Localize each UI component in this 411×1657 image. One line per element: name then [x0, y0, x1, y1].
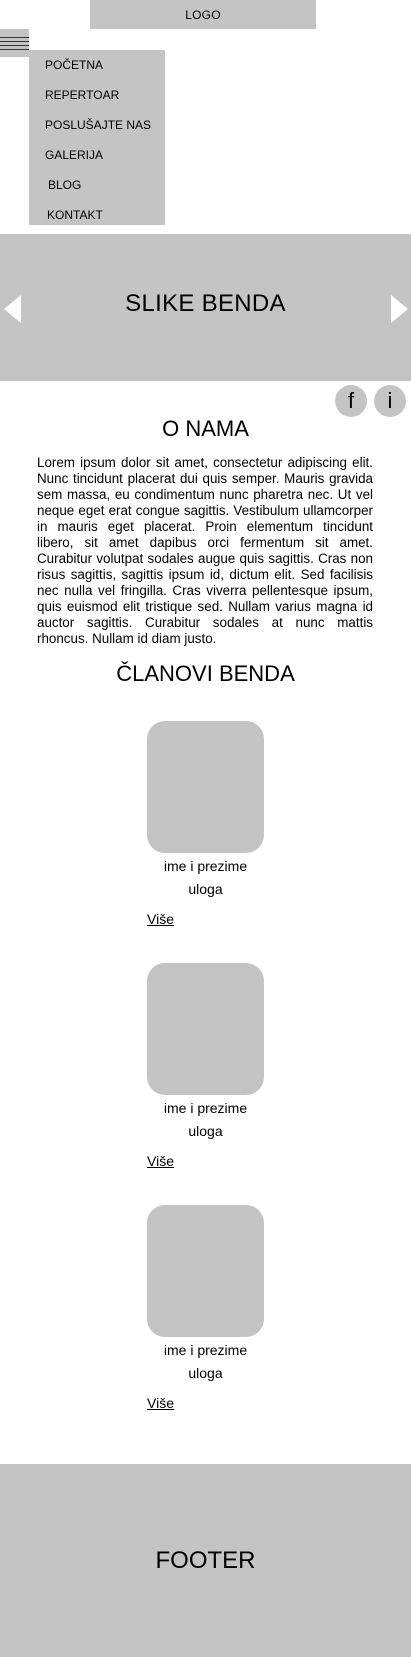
- hamburger-line: [0, 37, 29, 38]
- members-title: ČLANOVI BENDA: [116, 661, 295, 686]
- instagram-icon-glyph: i: [387, 388, 393, 413]
- member-name: ime i prezime: [163, 858, 248, 874]
- footer: FOOTER: [0, 1464, 411, 1657]
- nav-item-blog[interactable]: BLOG: [48, 178, 81, 192]
- hamburger-line: [0, 49, 29, 50]
- nav-item-repertoar[interactable]: REPERTOAR: [45, 88, 119, 102]
- chevron-right-icon[interactable]: [389, 294, 409, 324]
- member-more-link[interactable]: Više: [147, 1153, 174, 1169]
- logo[interactable]: LOGO: [90, 0, 316, 29]
- facebook-icon-glyph: f: [347, 388, 355, 413]
- nav-item-kontakt[interactable]: KONTAKT: [47, 208, 103, 222]
- hamburger-line: [0, 45, 29, 46]
- member-role: uloga: [188, 881, 223, 897]
- hero-slider: SLIKE BENDA: [0, 234, 411, 381]
- hamburger-menu-icon[interactable]: [0, 29, 29, 57]
- instagram-icon[interactable]: i: [374, 385, 406, 417]
- member-photo: [147, 1205, 264, 1337]
- logo-text: LOGO: [185, 7, 221, 22]
- member-photo: [147, 721, 264, 853]
- footer-label: FOOTER: [155, 1546, 256, 1574]
- nav-item-pocetna[interactable]: POČETNA: [45, 58, 103, 72]
- about-title: O NAMA: [162, 416, 249, 441]
- member-photo: [147, 963, 264, 1095]
- hero-title: SLIKE BENDA: [125, 290, 286, 317]
- member-name: ime i prezime: [163, 1342, 248, 1358]
- hamburger-line: [0, 41, 29, 42]
- nav-item-poslusajte-nas[interactable]: POSLUŠAJTE NAS: [45, 118, 151, 132]
- nav-menu: POČETNA REPERTOAR POSLUŠAJTE NAS GALERIJ…: [29, 50, 165, 225]
- member-more-link[interactable]: Više: [147, 1395, 174, 1411]
- nav-item-galerija[interactable]: GALERIJA: [45, 148, 103, 162]
- member-name: ime i prezime: [163, 1100, 248, 1116]
- about-text: Lorem ipsum dolor sit amet, consectetur …: [37, 455, 373, 646]
- member-role: uloga: [188, 1123, 223, 1139]
- member-more-link[interactable]: Više: [147, 911, 174, 927]
- facebook-icon[interactable]: f: [335, 385, 367, 417]
- member-role: uloga: [188, 1365, 223, 1381]
